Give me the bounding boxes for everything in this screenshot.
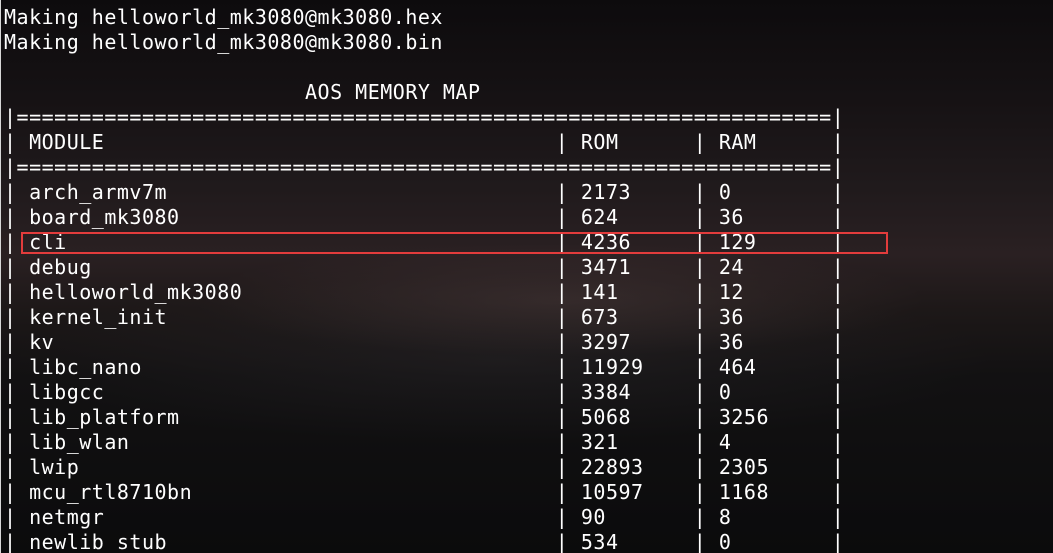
table-row: | kv | 3297 | 36 |: [4, 330, 845, 354]
table-row: | netmgr | 90 | 8 |: [4, 505, 845, 529]
table-row: | newlib_stub | 534 | 0 |: [4, 530, 845, 553]
table-row: | debug | 3471 | 24 |: [4, 255, 845, 279]
table-row: | lib_platform | 5068 | 3256 |: [4, 405, 845, 429]
make-bin-line: Making helloworld_mk3080@mk3080.bin: [4, 30, 443, 54]
table-border-header: |=======================================…: [4, 155, 845, 179]
table-header-row: | MODULE | ROM | RAM |: [4, 130, 845, 154]
table-row: | libc_nano | 11929 | 464 |: [4, 355, 845, 379]
table-row: | board_mk3080 | 624 | 36 |: [4, 205, 845, 229]
table-row: | mcu_rtl8710bn | 10597 | 1168 |: [4, 480, 845, 504]
memory-map-title: AOS MEMORY MAP: [4, 80, 481, 104]
terminal-window[interactable]: Making helloworld_mk3080@mk3080.hex Maki…: [0, 0, 1053, 553]
highlight-box: [21, 232, 888, 254]
table-row: | libgcc | 3384 | 0 |: [4, 380, 845, 404]
table-row: | kernel_init | 673 | 36 |: [4, 305, 845, 329]
table-border-top: |=======================================…: [4, 105, 845, 129]
make-hex-line: Making helloworld_mk3080@mk3080.hex: [4, 5, 443, 29]
table-row: | lwip | 22893 | 2305 |: [4, 455, 845, 479]
table-row: | arch_armv7m | 2173 | 0 |: [4, 180, 845, 204]
table-row: | helloworld_mk3080 | 141 | 12 |: [4, 280, 845, 304]
table-row: | lib_wlan | 321 | 4 |: [4, 430, 845, 454]
